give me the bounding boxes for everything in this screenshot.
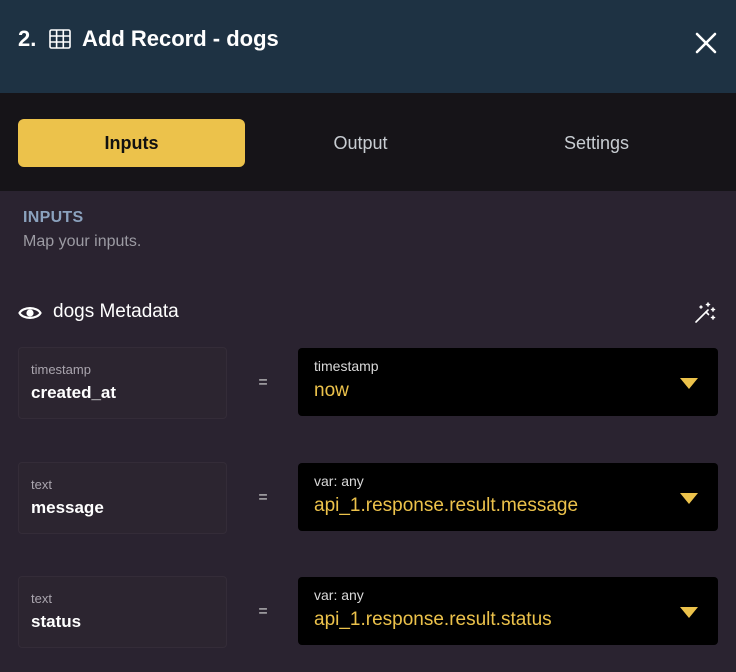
field-type: text [31,591,52,606]
tab-output[interactable]: Output [245,119,476,167]
value-kind: timestamp [314,358,379,374]
value-text: now [314,380,349,401]
metadata-label: dogs Metadata [53,301,179,322]
modal-title: Add Record - dogs [82,26,279,51]
caret-down-icon [680,378,698,389]
field-name: created_at [31,383,117,402]
mapping-field-created-at: timestamp created_at [18,347,227,419]
close-icon[interactable] [694,31,718,55]
mapping-field-status: text status [18,576,227,648]
tab-inputs[interactable]: Inputs [18,119,245,167]
field-type: timestamp [31,362,91,377]
modal-header: 2. Add Record - dogs [0,0,736,93]
equals-sign: = [258,603,268,620]
section-subtitle: Map your inputs. [23,233,142,250]
table-icon [49,29,71,49]
field-name: message [31,498,104,517]
caret-down-icon [680,493,698,504]
mapping-value-dropdown[interactable]: var: any api_1.response.result.message [298,463,718,531]
value-kind: var: any [314,587,364,603]
tab-settings[interactable]: Settings [480,119,713,167]
mapping-value-dropdown[interactable]: var: any api_1.response.result.status [298,577,718,645]
value-text: api_1.response.result.status [314,609,552,630]
eye-icon[interactable] [18,302,42,324]
caret-down-icon [680,607,698,618]
step-number: 2. [18,26,37,51]
field-type: text [31,477,52,492]
mapping-field-message: text message [18,462,227,534]
equals-sign: = [258,374,268,391]
value-kind: var: any [314,473,364,489]
equals-sign: = [258,489,268,506]
section-title: INPUTS [23,209,84,226]
mapping-value-dropdown[interactable]: timestamp now [298,348,718,416]
tab-bar: Inputs Output Settings [0,93,736,191]
field-name: status [31,612,82,631]
value-text: api_1.response.result.message [314,495,579,516]
magic-wand-icon[interactable] [693,301,717,325]
